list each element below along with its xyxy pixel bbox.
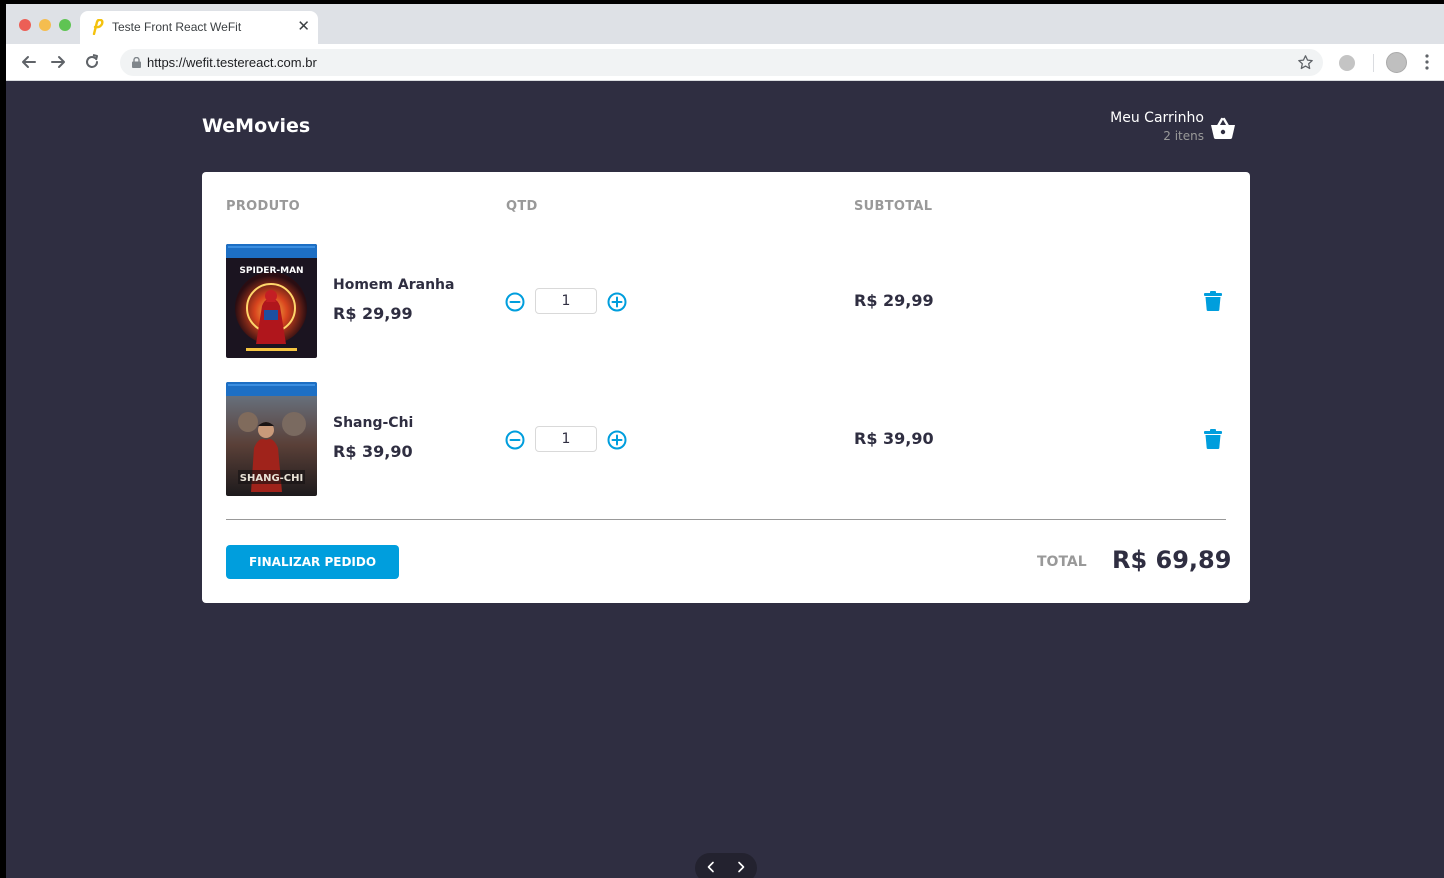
spider-man-poster-title: SPIDER-MAN: [239, 266, 303, 276]
chevron-right-icon[interactable]: [735, 861, 747, 873]
browser-tab[interactable]: Teste Front React WeFit ✕: [80, 11, 318, 44]
back-arrow-icon[interactable]: [19, 52, 39, 72]
increase-quantity-icon[interactable]: [607, 292, 627, 312]
column-header-subtotal: SUBTOTAL: [854, 199, 933, 214]
checkout-button[interactable]: FINALIZAR PEDIDO: [226, 545, 399, 579]
item-price: R$ 29,99: [333, 304, 413, 323]
minimize-window-button[interactable]: [39, 19, 51, 31]
decrease-quantity-icon[interactable]: [505, 292, 525, 312]
column-header-product: PRODUTO: [226, 199, 300, 214]
shang-chi-poster: SHANG-CHI: [226, 382, 317, 496]
menu-dots-icon[interactable]: [1425, 54, 1429, 70]
toolbar-separator: [1373, 54, 1374, 72]
total-value: R$ 69,89: [1112, 546, 1232, 574]
cart-item: SHANG-CHI Shang-Chi R$ 39,90 R$ 39,90: [202, 382, 1250, 496]
basket-icon: [1211, 117, 1235, 139]
tab-close-icon[interactable]: ✕: [297, 17, 310, 35]
profile-icon[interactable]: [1386, 52, 1407, 73]
tab-title: Teste Front React WeFit: [112, 20, 242, 34]
cart-count: 2 itens: [1163, 129, 1204, 143]
spider-man-poster: SPIDER-MAN: [226, 244, 317, 358]
slide-pager: [695, 853, 757, 878]
quantity-input[interactable]: [535, 288, 597, 314]
column-header-qty: QTD: [506, 199, 538, 214]
cart-item: SPIDER-MAN Homem Aranha R$ 29,99 1 R$ 29…: [202, 244, 1250, 358]
browser-window: Teste Front React WeFit ✕ https://wefit.…: [6, 4, 1444, 878]
close-window-button[interactable]: [19, 19, 31, 31]
reload-icon[interactable]: [82, 52, 102, 72]
item-name: Homem Aranha: [333, 277, 455, 293]
trash-icon[interactable]: [1204, 429, 1222, 449]
total-label: TOTAL: [1037, 554, 1087, 570]
item-subtotal: R$ 29,99: [854, 291, 934, 310]
item-price: R$ 39,90: [333, 442, 413, 461]
shang-chi-poster-title: SHANG-CHI: [240, 473, 303, 484]
favicon-icon: [92, 19, 104, 35]
increase-quantity-icon[interactable]: [607, 430, 627, 450]
tab-bar: Teste Front React WeFit ✕: [6, 4, 1444, 44]
address-bar[interactable]: https://wefit.testereact.com.br: [120, 49, 1323, 76]
decrease-quantity-icon[interactable]: [505, 430, 525, 450]
cart-title: Meu Carrinho: [1110, 110, 1204, 126]
item-name: Shang-Chi: [333, 415, 414, 431]
item-subtotal: R$ 39,90: [854, 429, 934, 448]
maximize-window-button[interactable]: [59, 19, 71, 31]
site-logo[interactable]: WeMovies: [202, 115, 310, 137]
trash-icon[interactable]: [1204, 291, 1222, 311]
page-content: WeMovies Meu Carrinho 2 itens PRODUTO QT…: [6, 81, 1444, 878]
quantity-input[interactable]: [535, 426, 597, 452]
chevron-left-icon[interactable]: [705, 861, 717, 873]
forward-arrow-icon[interactable]: [48, 52, 68, 72]
cart-card: PRODUTO QTD SUBTOTAL SPIDER-MAN Homem Ar…: [202, 172, 1250, 603]
star-icon[interactable]: [1297, 54, 1314, 71]
extension-icon[interactable]: [1339, 55, 1355, 71]
cart-link[interactable]: Meu Carrinho 2 itens: [1086, 107, 1256, 151]
lock-icon: [132, 57, 141, 68]
url-text: https://wefit.testereact.com.br: [147, 55, 317, 70]
browser-toolbar: https://wefit.testereact.com.br: [6, 44, 1444, 81]
divider: [226, 519, 1226, 520]
